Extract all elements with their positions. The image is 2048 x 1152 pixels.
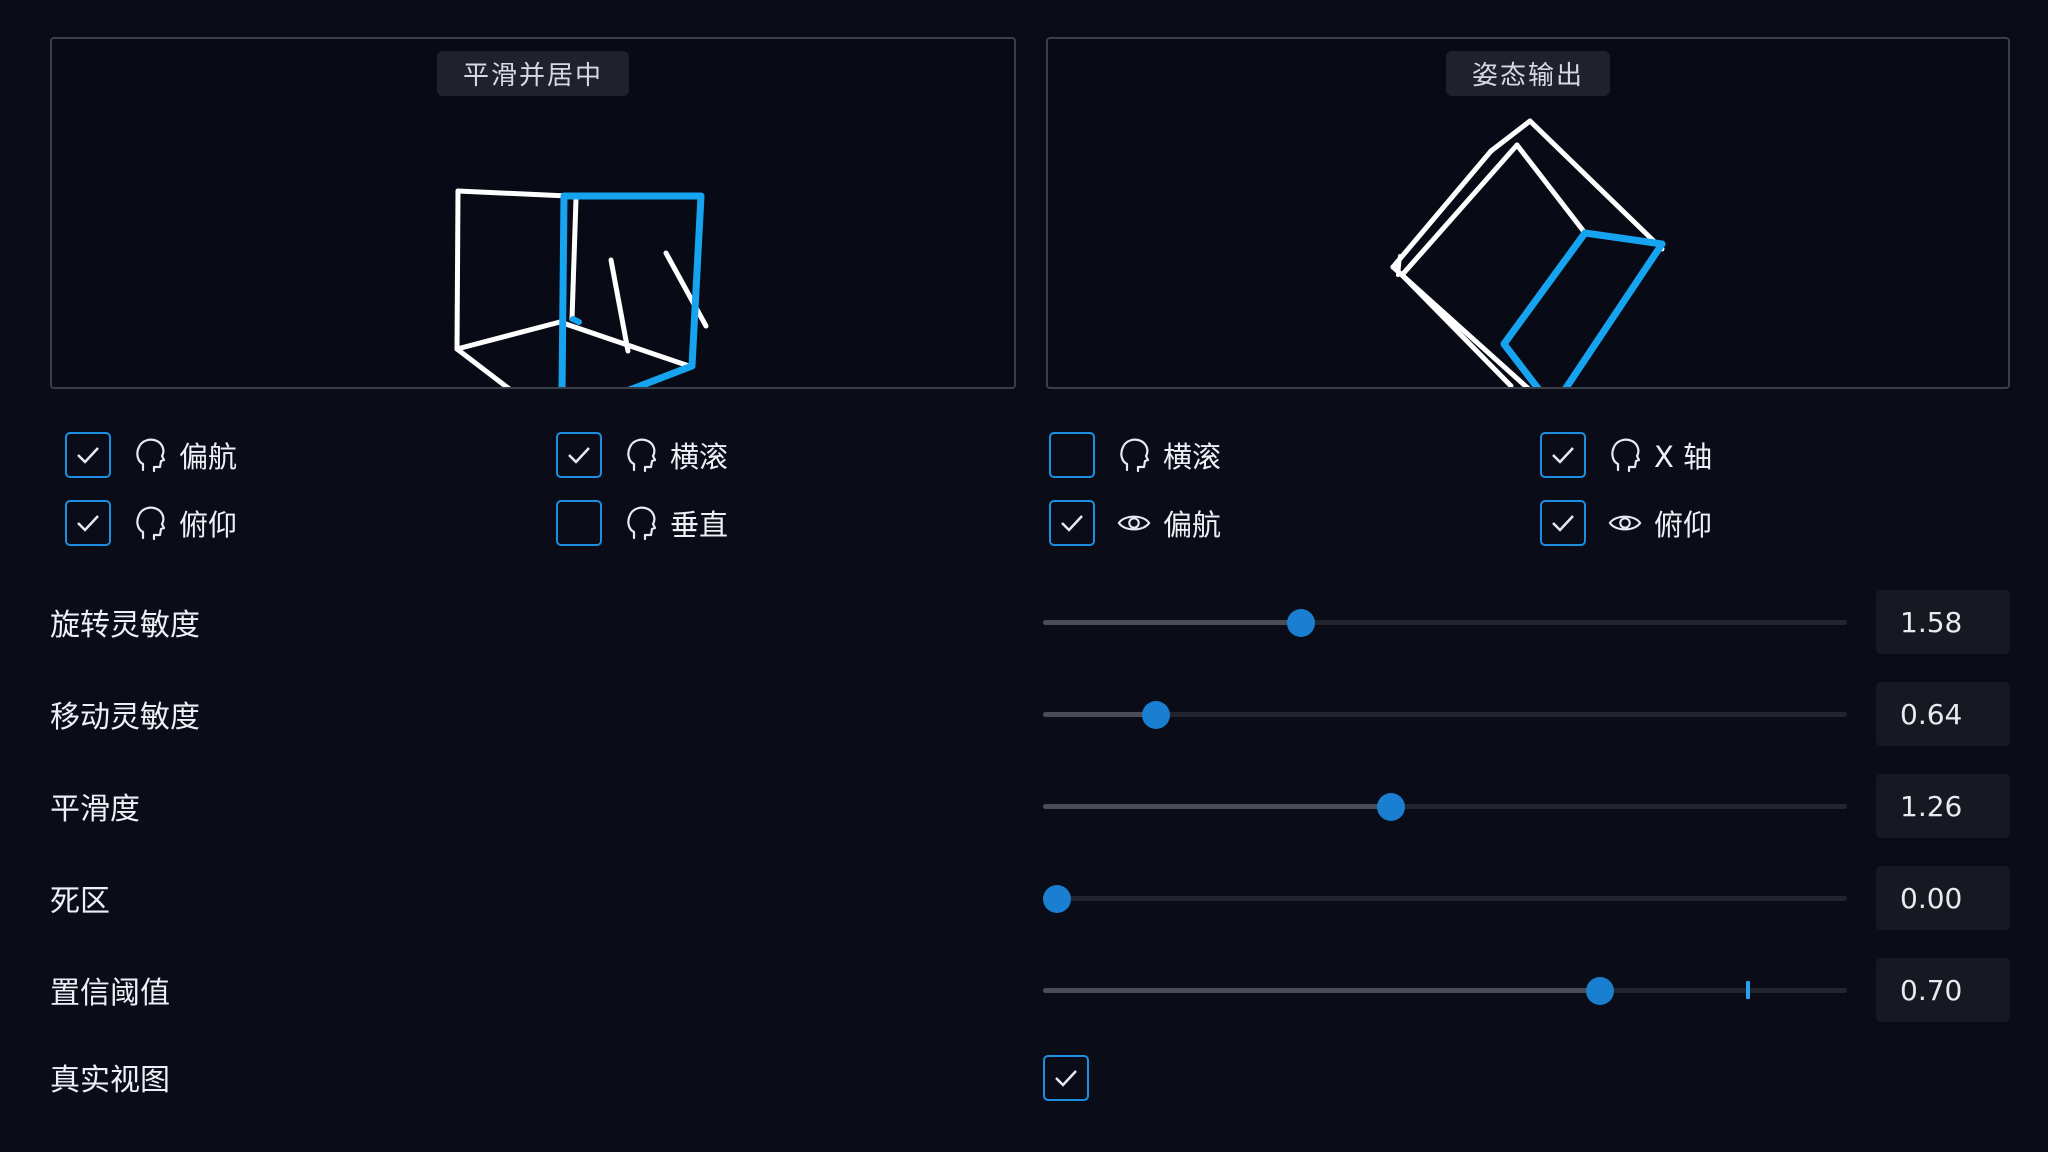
eye-icon (1608, 503, 1642, 543)
head-icon (624, 435, 658, 475)
opt-vertical-head[interactable]: 垂直 (556, 497, 728, 549)
x-axis-output-label: X 轴 (1654, 440, 1713, 474)
slider-thumb[interactable] (1287, 609, 1316, 637)
confidence-threshold-label: 置信阈值 (50, 976, 170, 1011)
rotation-sensitivity-slider[interactable] (1043, 604, 1847, 640)
dead-zone-slider[interactable] (1043, 880, 1847, 916)
rotation-sensitivity-label: 旋转灵敏度 (50, 608, 200, 643)
yaw-head-label: 偏航 (179, 440, 238, 474)
slider-thumb[interactable] (1376, 793, 1405, 821)
opt-pitch-eye[interactable]: 俯仰 (1540, 497, 1712, 549)
dead-zone-value[interactable]: 0.00 (1876, 866, 2010, 930)
left-cube-wireframe (454, 188, 709, 387)
roll-output-checkbox[interactable] (1049, 432, 1095, 478)
movement-sensitivity-label: 移动灵敏度 (50, 700, 200, 735)
smoothed-centered-preview: 平滑并居中 (50, 37, 1016, 389)
head-icon (624, 503, 658, 543)
opt-yaw-eye[interactable]: 偏航 (1049, 497, 1221, 549)
realistic-view-checkbox[interactable] (1043, 1055, 1089, 1101)
opt-yaw-head[interactable]: 偏航 (65, 429, 237, 481)
yaw-head-checkbox[interactable] (65, 432, 111, 478)
confidence-marker (1745, 981, 1750, 999)
slider-fill (1043, 712, 1156, 717)
head-icon (133, 503, 167, 543)
slider-thumb[interactable] (1141, 701, 1170, 729)
smoothness-value[interactable]: 1.26 (1876, 774, 2010, 838)
right-cube-wireframe (1390, 118, 1666, 387)
confidence-threshold-slider[interactable] (1043, 972, 1847, 1008)
x-axis-output-checkbox[interactable] (1540, 432, 1586, 478)
opt-roll-output[interactable]: 横滚 (1049, 429, 1221, 481)
opt-roll-head[interactable]: 横滚 (556, 429, 728, 481)
smoothness-label: 平滑度 (50, 792, 140, 827)
head-icon (1608, 435, 1642, 475)
head-icon (133, 435, 167, 475)
pitch-eye-label: 俯仰 (1654, 508, 1713, 542)
realistic-view-label: 真实视图 (50, 1063, 170, 1098)
yaw-eye-label: 偏航 (1163, 508, 1222, 542)
yaw-eye-checkbox[interactable] (1049, 500, 1095, 546)
roll-head-label: 横滚 (670, 440, 729, 474)
smoothness-slider[interactable] (1043, 788, 1847, 824)
pose-output-preview: 姿态输出 (1046, 37, 2010, 389)
roll-head-checkbox[interactable] (556, 432, 602, 478)
slider-track (1043, 896, 1847, 901)
vertical-head-checkbox[interactable] (556, 500, 602, 546)
eye-icon (1117, 503, 1151, 543)
confidence-threshold-value[interactable]: 0.70 (1876, 958, 2010, 1022)
head-icon (1117, 435, 1151, 475)
rotation-sensitivity-value[interactable]: 1.58 (1876, 590, 2010, 654)
dead-zone-label: 死区 (50, 884, 110, 919)
slider-thumb[interactable] (1586, 977, 1615, 1005)
movement-sensitivity-slider[interactable] (1043, 696, 1847, 732)
slider-fill (1043, 988, 1601, 993)
pitch-eye-checkbox[interactable] (1540, 500, 1586, 546)
pitch-head-checkbox[interactable] (65, 500, 111, 546)
pitch-head-label: 俯仰 (179, 508, 238, 542)
opt-x-axis-output[interactable]: X 轴 (1540, 429, 1712, 481)
slider-fill (1043, 620, 1302, 625)
movement-sensitivity-value[interactable]: 0.64 (1876, 682, 2010, 746)
vertical-head-label: 垂直 (670, 508, 729, 542)
opt-pitch-head[interactable]: 俯仰 (65, 497, 237, 549)
slider-fill (1043, 804, 1391, 809)
slider-thumb[interactable] (1043, 885, 1071, 913)
roll-output-label: 横滚 (1163, 440, 1222, 474)
